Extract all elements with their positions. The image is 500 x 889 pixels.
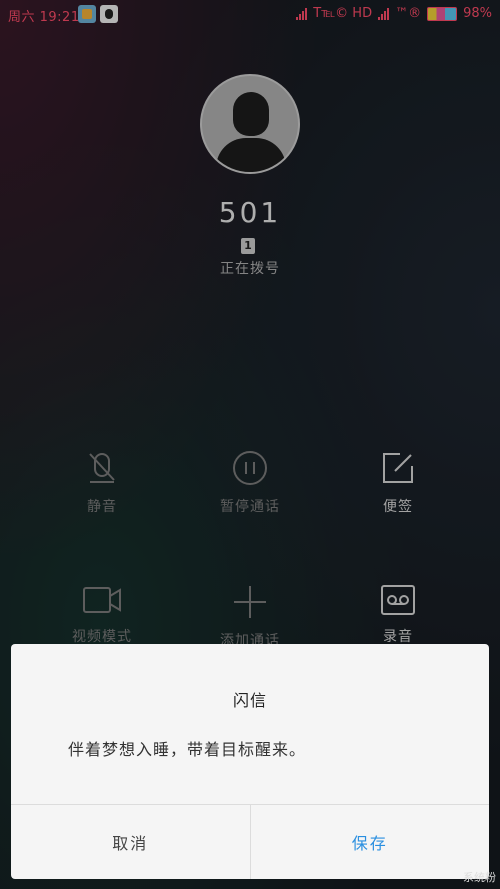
cancel-button[interactable]: 取消 <box>11 805 251 879</box>
dialog-button-bar: 取消 保存 <box>11 804 489 879</box>
watermark: 系统粉 <box>463 871 496 884</box>
dialog-title: 闪信 <box>232 691 267 710</box>
flash-message-dialog: 闪信 伴着梦想入睡，带着目标醒来。 取消 保存 <box>11 644 489 879</box>
dialog-message: 伴着梦想入睡，带着目标醒来。 <box>68 740 307 759</box>
save-button[interactable]: 保存 <box>251 805 490 879</box>
